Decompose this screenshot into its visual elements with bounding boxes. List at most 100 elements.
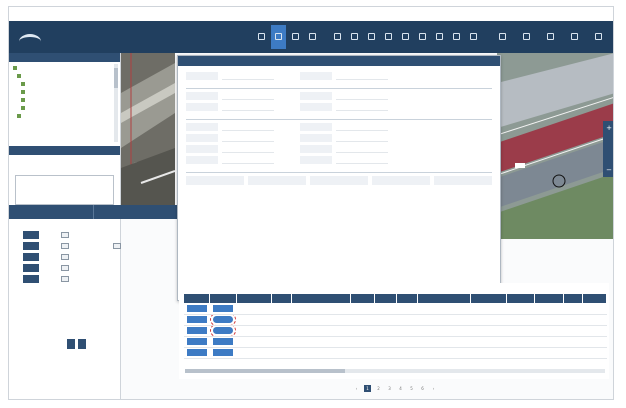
result-table xyxy=(182,293,607,359)
toolbar-button[interactable] xyxy=(466,25,481,49)
history-column xyxy=(310,176,368,185)
form-label xyxy=(23,252,39,261)
section-title xyxy=(186,86,492,89)
toolbar-button[interactable] xyxy=(381,25,396,49)
form-select[interactable] xyxy=(61,275,69,282)
layer-list-box[interactable] xyxy=(15,175,114,205)
detail-dialog: ▣ ▤ ✕ xyxy=(177,55,501,301)
toolbar-button[interactable] xyxy=(288,25,303,49)
aerial-imagery xyxy=(121,53,175,205)
layer-panel-header xyxy=(9,146,120,155)
row-detail-button[interactable] xyxy=(186,316,207,323)
prev-page-icon[interactable]: ‹ xyxy=(353,385,360,392)
zoom-out-icon[interactable]: − xyxy=(606,166,612,174)
page-number[interactable]: 6 xyxy=(419,385,426,392)
tab-second[interactable] xyxy=(94,205,179,219)
toolbar-button[interactable] xyxy=(398,25,413,49)
field-label xyxy=(300,156,332,164)
next-page-icon[interactable]: › xyxy=(430,385,437,392)
tree-node[interactable] xyxy=(13,112,116,120)
toolbar-button[interactable] xyxy=(305,25,320,49)
tool-icon xyxy=(570,32,578,40)
layer-icon xyxy=(21,98,25,102)
field-value xyxy=(336,103,388,111)
row-location-button[interactable] xyxy=(212,305,233,312)
column-header xyxy=(562,293,584,304)
form-label xyxy=(23,263,39,272)
field-label xyxy=(300,145,332,153)
column-header xyxy=(209,293,237,304)
toolbar-button[interactable] xyxy=(515,25,537,49)
toolbar-button[interactable] xyxy=(449,25,464,49)
main-toolbar xyxy=(254,25,609,49)
field-value xyxy=(222,103,274,111)
row-detail-button[interactable] xyxy=(186,305,207,312)
search-form xyxy=(23,229,121,284)
page-number[interactable]: 2 xyxy=(375,385,382,392)
table-row[interactable] xyxy=(183,303,607,315)
map-view-right[interactable]: + − xyxy=(497,53,613,239)
row-detail-button[interactable] xyxy=(186,327,207,334)
toolbar-button[interactable] xyxy=(432,25,447,49)
row-location-button[interactable] xyxy=(212,349,233,356)
field-label xyxy=(300,92,332,100)
toolbar-button[interactable] xyxy=(254,25,269,49)
toolbar-button[interactable] xyxy=(587,25,609,49)
tree-node[interactable] xyxy=(13,80,116,88)
toolbar-button[interactable] xyxy=(491,25,513,49)
table-row[interactable] xyxy=(183,347,607,359)
page-number[interactable]: 3 xyxy=(386,385,393,392)
table-horizontal-scrollbar[interactable] xyxy=(185,369,605,373)
row-location-button-highlighted[interactable] xyxy=(209,314,236,325)
form-select[interactable] xyxy=(61,231,69,238)
tool-icon xyxy=(334,32,341,40)
tool-icon xyxy=(546,32,554,40)
page-number-current[interactable]: 1 xyxy=(364,385,371,392)
tree-node[interactable] xyxy=(13,88,116,96)
layer-icon xyxy=(21,90,25,94)
tree-node[interactable] xyxy=(13,104,116,112)
row-detail-button[interactable] xyxy=(186,349,207,356)
tree-scrollbar[interactable] xyxy=(114,64,118,142)
tool-icon xyxy=(275,32,282,40)
toolbar-button[interactable] xyxy=(330,25,345,49)
toolbar-button[interactable] xyxy=(347,25,362,49)
toolbar-button-active[interactable] xyxy=(271,25,286,49)
form-select[interactable] xyxy=(61,253,69,260)
field-value xyxy=(222,134,274,142)
tab-first[interactable] xyxy=(9,205,94,219)
row-detail-button[interactable] xyxy=(186,338,207,345)
layer-icon xyxy=(21,106,25,110)
map-view-left[interactable] xyxy=(121,53,175,205)
tree-node[interactable] xyxy=(13,64,116,72)
search-button[interactable] xyxy=(67,339,75,349)
table-row[interactable] xyxy=(183,314,607,326)
form-select[interactable] xyxy=(113,242,121,249)
toolbar-button[interactable] xyxy=(539,25,561,49)
toolbar-button[interactable] xyxy=(415,25,430,49)
row-location-button[interactable] xyxy=(212,338,233,345)
tree-node[interactable] xyxy=(13,96,116,104)
field-label xyxy=(300,134,332,142)
table-row[interactable] xyxy=(183,325,607,337)
table-row[interactable] xyxy=(183,336,607,348)
field-label xyxy=(186,72,218,80)
tool-icon xyxy=(368,32,375,40)
page-number[interactable]: 5 xyxy=(408,385,415,392)
tool-icon xyxy=(522,32,530,40)
zoom-in-icon[interactable]: + xyxy=(606,124,612,132)
info-grid-2 xyxy=(186,123,492,164)
left-action-buttons xyxy=(67,339,86,349)
row-location-button-highlighted[interactable] xyxy=(209,325,236,336)
toolbar-button[interactable] xyxy=(364,25,379,49)
history-header-row xyxy=(186,176,492,185)
left-panel xyxy=(9,53,121,399)
toolbar-button[interactable] xyxy=(563,25,585,49)
field-label xyxy=(186,134,218,142)
form-select[interactable] xyxy=(61,264,69,271)
page-number[interactable]: 4 xyxy=(397,385,404,392)
field-value xyxy=(336,156,388,164)
reset-button[interactable] xyxy=(78,339,86,349)
form-select[interactable] xyxy=(61,242,69,249)
tree-node[interactable] xyxy=(13,72,116,80)
